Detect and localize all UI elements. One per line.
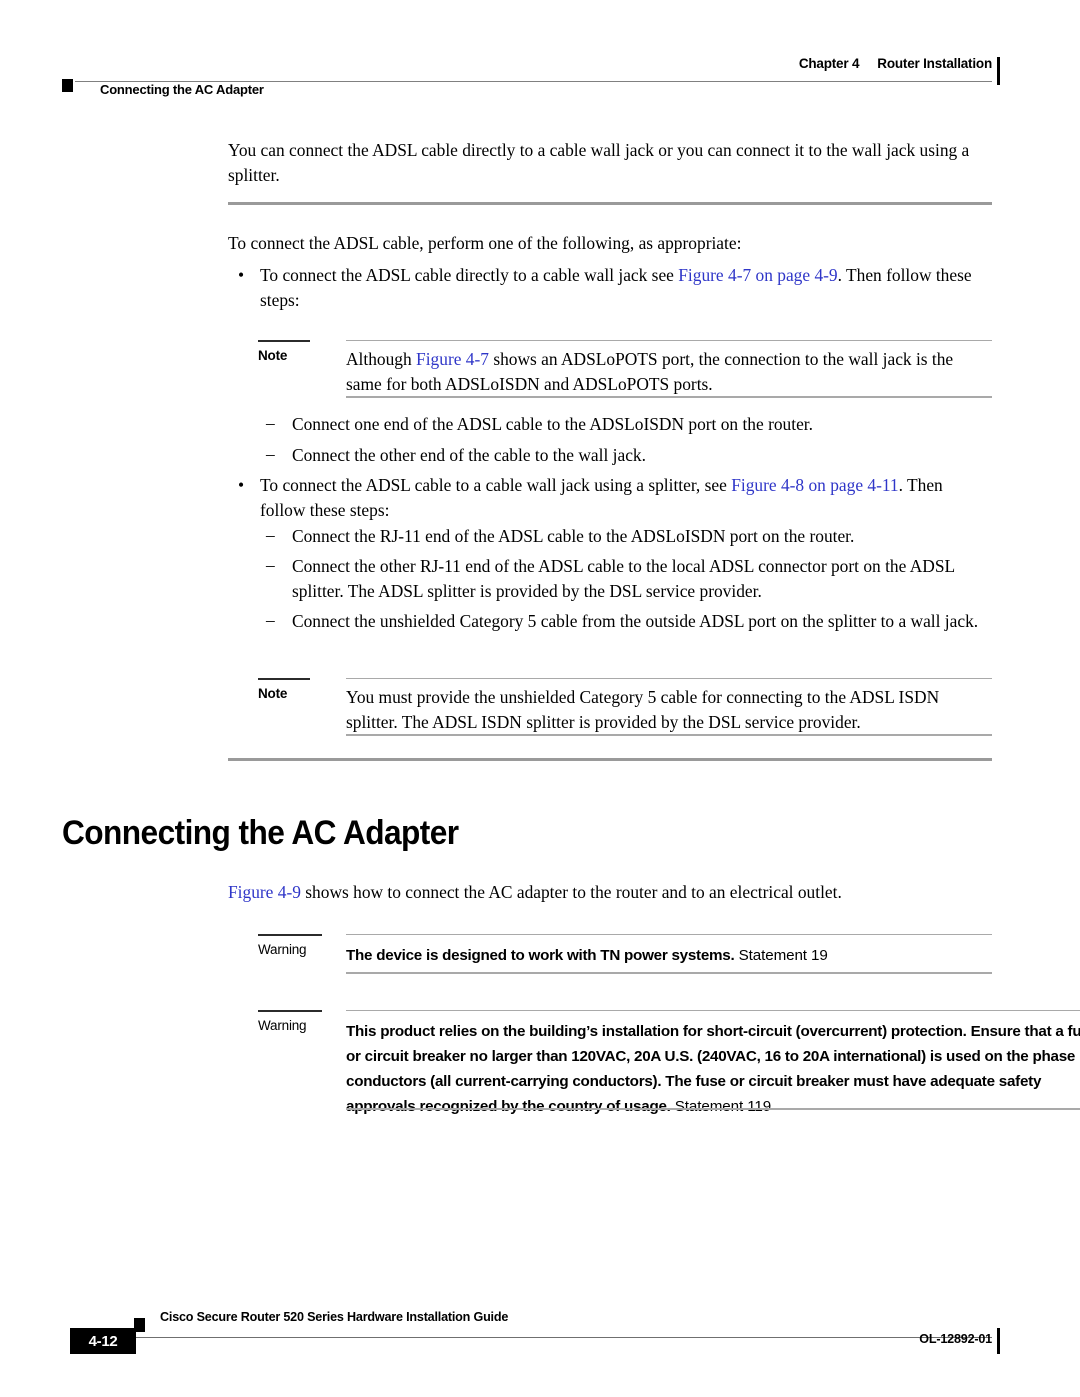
- page-header: Chapter 4 Router Installation Connecting …: [0, 26, 1080, 97]
- note-block-2: Note You must provide the unshielded Cat…: [228, 672, 992, 736]
- sub-list-item-text: Connect the other end of the cable to th…: [292, 445, 646, 465]
- warning-block-2: Warning This product relies on the build…: [228, 1004, 1080, 1115]
- note-top-rule: [346, 340, 992, 341]
- list-item-text-pre: To connect the ADSL cable directly to a …: [260, 265, 679, 285]
- note-block-1: Note Although Figure 4-7 shows an ADSLoP…: [228, 334, 992, 398]
- footer-guide-title: Cisco Secure Router 520 Series Hardware …: [160, 1310, 509, 1324]
- note-bottom-rule: [346, 396, 992, 398]
- warning-label-rule: [258, 1010, 322, 1012]
- warning-top-rule: [346, 934, 992, 935]
- header-chapter: Chapter 4 Router Installation: [799, 56, 992, 71]
- warning-block-1: Warning The device is designed to work w…: [228, 928, 992, 974]
- header-square-bullet-icon: [62, 79, 73, 92]
- header-section-title: Connecting the AC Adapter: [100, 82, 264, 97]
- section-intro-paragraph: Figure 4-9 shows how to connect the AC a…: [228, 880, 992, 905]
- sub-list-item: – Connect the other end of the cable to …: [258, 443, 992, 468]
- sub-list-item-text: Connect the RJ-11 end of the ADSL cable …: [292, 526, 855, 546]
- footer-page-number: 4-12: [88, 1332, 118, 1350]
- figure-link-4-7-page-4-9[interactable]: Figure 4-7 on page 4-9: [678, 265, 837, 285]
- list-item: • To connect the ADSL cable to a cable w…: [228, 473, 992, 523]
- sub-list-item-text: Connect the unshielded Category 5 cable …: [292, 611, 979, 631]
- figure-link-4-8-page-4-11[interactable]: Figure 4-8 on page 4-11: [731, 475, 898, 495]
- note-label: Note: [258, 686, 288, 701]
- note-text-pre: Although: [346, 349, 417, 369]
- dash-icon: –: [266, 525, 275, 545]
- warning-label: Warning: [258, 942, 307, 957]
- lead-paragraph: To connect the ADSL cable, perform one o…: [228, 233, 742, 253]
- note-bottom-rule: [346, 734, 992, 736]
- dash-icon: –: [266, 555, 275, 575]
- section-divider-rule-1: [228, 202, 992, 205]
- warning-statement: Statement 19: [734, 947, 828, 964]
- warning-label-rule: [258, 934, 322, 936]
- dash-icon: –: [266, 444, 275, 464]
- dash-icon: –: [266, 610, 275, 630]
- list-item-text-pre: To connect the ADSL cable to a cable wal…: [260, 475, 732, 495]
- bullet-icon: •: [238, 475, 245, 495]
- warning-label: Warning: [258, 1018, 307, 1033]
- note-body-2: You must provide the unshielded Category…: [346, 687, 940, 732]
- section-divider-rule-2: [228, 758, 992, 761]
- warning-text: The device is designed to work with TN p…: [346, 947, 735, 964]
- warning-statement: Statement 119: [670, 1098, 772, 1115]
- sub-list-item: – Connect the other RJ-11 end of the ADS…: [258, 554, 992, 604]
- sub-list-item: – Connect the unshielded Category 5 cabl…: [258, 609, 992, 634]
- note-label-rule: [258, 678, 310, 680]
- figure-link-4-7[interactable]: Figure 4-7: [416, 349, 489, 369]
- note-label-rule: [258, 340, 310, 342]
- sub-list-item: – Connect one end of the ADSL cable to t…: [258, 412, 992, 437]
- note-body-1: Although Figure 4-7 shows an ADSLoPOTS p…: [346, 347, 992, 397]
- dash-icon: –: [266, 413, 275, 433]
- warning-body-1: The device is designed to work with TN p…: [346, 942, 992, 968]
- sub-list-item: – Connect the RJ-11 end of the ADSL cabl…: [258, 524, 992, 549]
- note-top-rule: [346, 678, 992, 679]
- bullet-icon: •: [238, 265, 245, 285]
- document-page: Chapter 4 Router Installation Connecting …: [0, 0, 1080, 1397]
- figure-link-4-9[interactable]: Figure 4-9: [228, 882, 301, 902]
- warning-bottom-rule: [346, 972, 992, 974]
- footer-rule: [75, 1337, 992, 1338]
- sub-list-item-text: Connect the other RJ-11 end of the ADSL …: [292, 556, 955, 601]
- note-label: Note: [258, 348, 288, 363]
- intro-paragraph: You can connect the ADSL cable directly …: [228, 140, 970, 185]
- warning-top-rule: [346, 1010, 1080, 1011]
- header-chapter-label: Chapter 4: [798, 56, 860, 71]
- header-change-bar: [997, 57, 1000, 85]
- warning-body-2: This product relies on the building’s in…: [346, 1018, 1080, 1119]
- footer-change-bar: [997, 1328, 1000, 1354]
- section-intro-text: shows how to connect the AC adapter to t…: [300, 882, 842, 902]
- header-chapter-title: Router Installation: [877, 56, 992, 71]
- footer-document-number: OL-12892-01: [919, 1332, 992, 1346]
- sub-list-item-text: Connect one end of the ADSL cable to the…: [292, 414, 813, 434]
- page-title: Connecting the AC Adapter: [62, 814, 459, 852]
- warning-bottom-rule: [346, 1108, 1080, 1110]
- list-item: • To connect the ADSL cable directly to …: [228, 263, 992, 313]
